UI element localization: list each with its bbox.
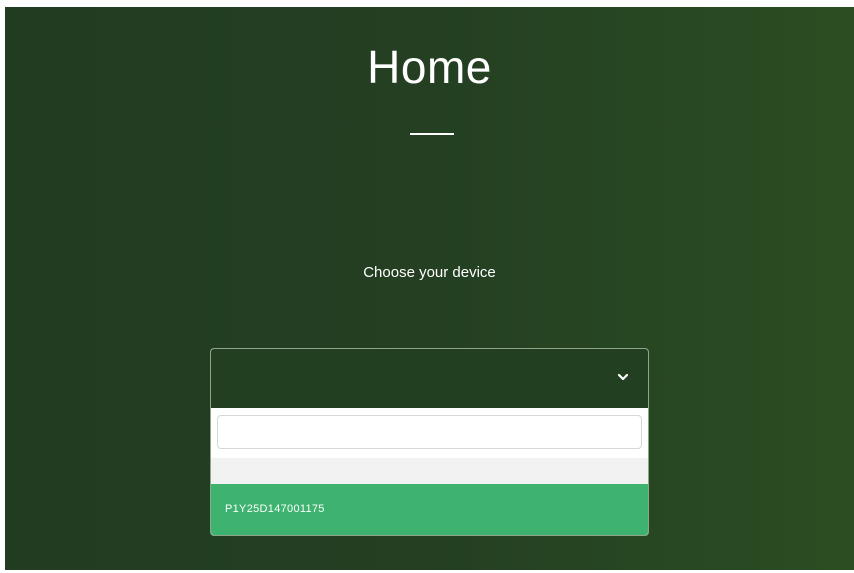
device-select[interactable]: P1Y25D147001175 xyxy=(210,348,649,536)
home-screen: Home Choose your device P1Y25D147001175 xyxy=(5,7,854,570)
page-title: Home xyxy=(367,41,492,93)
chevron-down-icon[interactable] xyxy=(616,370,630,384)
title-divider xyxy=(410,133,454,135)
device-dropdown-panel: P1Y25D147001175 xyxy=(211,408,648,535)
choose-device-label: Choose your device xyxy=(363,264,496,281)
device-select-trigger[interactable] xyxy=(211,349,648,408)
device-search-input[interactable] xyxy=(217,415,642,449)
device-option[interactable]: P1Y25D147001175 xyxy=(211,484,648,535)
device-option-empty[interactable] xyxy=(211,458,648,484)
